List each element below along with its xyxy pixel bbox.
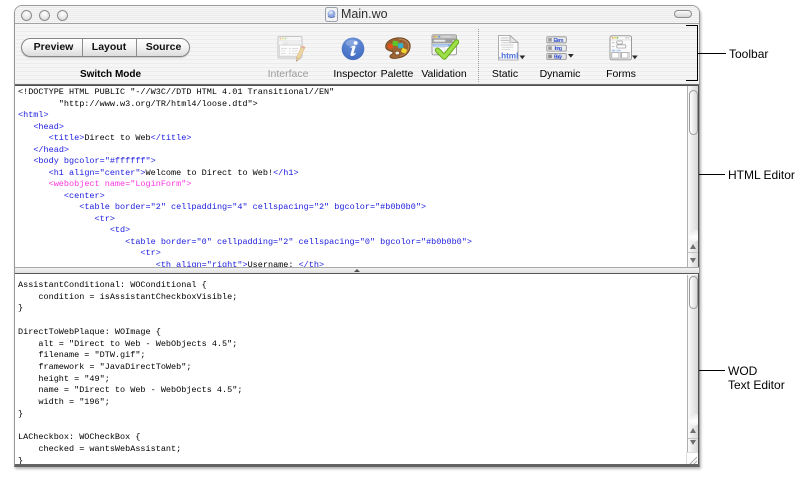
svg-text:Elem: Elem bbox=[554, 37, 565, 43]
svg-text:Body: Body bbox=[554, 54, 562, 60]
svg-text:Img: Img bbox=[555, 46, 563, 52]
svg-text:.html: .html bbox=[499, 51, 519, 60]
